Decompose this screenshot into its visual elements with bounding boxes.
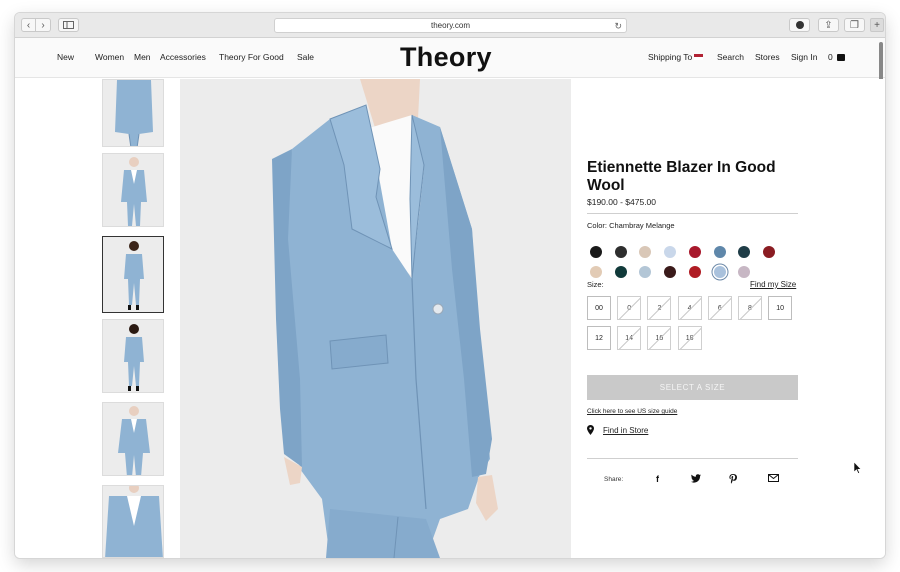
divider (587, 213, 798, 214)
blazer-illustration (272, 79, 498, 558)
thumbnail-5[interactable] (102, 402, 164, 476)
find-in-store-link[interactable]: Find in Store (587, 425, 648, 435)
sidebar-icon[interactable] (58, 18, 79, 32)
site-logo[interactable]: Theory (400, 42, 492, 73)
nav-accessories[interactable]: Accessories (160, 52, 206, 62)
color-swatch[interactable] (664, 266, 677, 278)
size-option[interactable]: 6 (707, 296, 732, 320)
color-swatch[interactable] (738, 246, 751, 258)
color-swatch[interactable] (639, 266, 652, 278)
thumbnail-2[interactable] (102, 153, 164, 227)
divider (587, 458, 798, 459)
mouse-cursor-icon (854, 462, 862, 474)
size-option[interactable]: 0 (617, 296, 642, 320)
color-label: Color: Chambray Melange (587, 221, 675, 230)
pinterest-icon[interactable] (729, 474, 737, 486)
thumbnail-rail (15, 79, 180, 558)
bag-icon (836, 54, 845, 61)
thumbnail-image (115, 80, 153, 146)
product-info-panel: Etiennette Blazer In Good Wool $190.00 -… (571, 79, 885, 558)
size-guide-link[interactable]: Click here to see US size guide (587, 408, 677, 415)
share-icon[interactable]: ⇪ (818, 18, 839, 32)
browser-window: ‹ › theory.com ↻ ⇪ ❐ + New Women Men Acc… (15, 13, 885, 558)
flag-icon (694, 54, 704, 60)
nav-new[interactable]: New (57, 52, 74, 62)
sidebar-glyph (63, 21, 74, 29)
color-swatch[interactable] (614, 246, 627, 258)
thumbnail-4[interactable] (102, 319, 164, 393)
shipping-to[interactable]: Shipping To (648, 52, 704, 62)
pin-icon (587, 425, 594, 435)
plus-icon[interactable]: + (870, 18, 884, 32)
download-indicator (795, 21, 804, 29)
size-option[interactable]: 2 (647, 296, 672, 320)
product-price: $190.00 - $475.00 (587, 197, 657, 207)
tabs-icon[interactable]: ❐ (844, 18, 865, 32)
color-swatch[interactable] (713, 266, 726, 278)
color-swatch[interactable] (713, 246, 726, 258)
address-bar[interactable]: theory.com ↻ (274, 18, 627, 33)
size-option[interactable]: 18 (677, 326, 702, 350)
reload-icon[interactable]: ↻ (614, 21, 622, 32)
site-header: New Women Men Accessories Theory For Goo… (15, 38, 885, 78)
size-option[interactable]: 14 (617, 326, 642, 350)
email-icon[interactable] (768, 474, 779, 484)
thumbnail-image (121, 157, 147, 226)
pinterest-glyph (729, 474, 737, 484)
size-option[interactable]: 4 (677, 296, 702, 320)
size-option[interactable]: 10 (768, 296, 793, 320)
color-swatch[interactable] (590, 266, 602, 278)
thumbnail-6[interactable] (102, 485, 164, 558)
thumbnail-image (105, 486, 163, 557)
share-label: Share: (604, 476, 624, 483)
find-my-size-link[interactable]: Find my Size (750, 280, 796, 289)
size-label: Size: (587, 280, 604, 289)
color-swatch[interactable] (738, 266, 751, 278)
thumbnail-image (124, 324, 144, 391)
thumbnail-1[interactable] (102, 79, 164, 147)
back-icon[interactable]: ‹ (21, 18, 36, 32)
twitter-glyph (691, 474, 701, 483)
product-main-image[interactable] (180, 79, 571, 558)
thumbnail-image (118, 406, 150, 475)
forward-icon[interactable]: › (36, 18, 51, 32)
signin-link[interactable]: Sign In (791, 52, 817, 62)
search-link[interactable]: Search (717, 52, 744, 62)
color-swatch[interactable] (590, 246, 602, 258)
nav-men[interactable]: Men (134, 52, 151, 62)
browser-toolbar: ‹ › theory.com ↻ ⇪ ❐ + (15, 13, 885, 38)
size-option[interactable]: 12 (587, 326, 611, 350)
cart-link[interactable]: 0 (828, 52, 845, 62)
select-size-button[interactable]: SELECT A SIZE (587, 375, 798, 400)
shipping-label: Shipping To (648, 52, 693, 62)
share-row: Share: f (587, 474, 798, 486)
color-swatch[interactable] (688, 266, 701, 278)
nav-theory-for-good[interactable]: Theory For Good (219, 52, 284, 62)
stores-link[interactable]: Stores (755, 52, 780, 62)
thumbnail-3[interactable] (102, 236, 164, 313)
color-swatch[interactable] (639, 246, 652, 258)
find-in-store-label: Find in Store (603, 425, 649, 435)
size-option[interactable]: 8 (738, 296, 762, 320)
product-page: Etiennette Blazer In Good Wool $190.00 -… (15, 79, 885, 558)
twitter-icon[interactable] (691, 474, 701, 485)
email-glyph (768, 474, 779, 482)
size-option[interactable]: 16 (647, 326, 672, 350)
nav-women[interactable]: Women (95, 52, 124, 62)
nav-sale[interactable]: Sale (297, 52, 314, 62)
color-swatch[interactable] (664, 246, 677, 258)
download-icon[interactable] (789, 18, 810, 32)
url-text: theory.com (431, 21, 470, 30)
product-title: Etiennette Blazer In Good Wool (587, 159, 776, 194)
size-option[interactable]: 00 (587, 296, 611, 320)
color-swatch[interactable] (688, 246, 701, 258)
thumbnail-image (124, 241, 144, 310)
color-swatch[interactable] (762, 246, 775, 258)
cart-count: 0 (828, 52, 833, 62)
facebook-icon[interactable]: f (656, 474, 659, 484)
color-swatch[interactable] (614, 266, 627, 278)
